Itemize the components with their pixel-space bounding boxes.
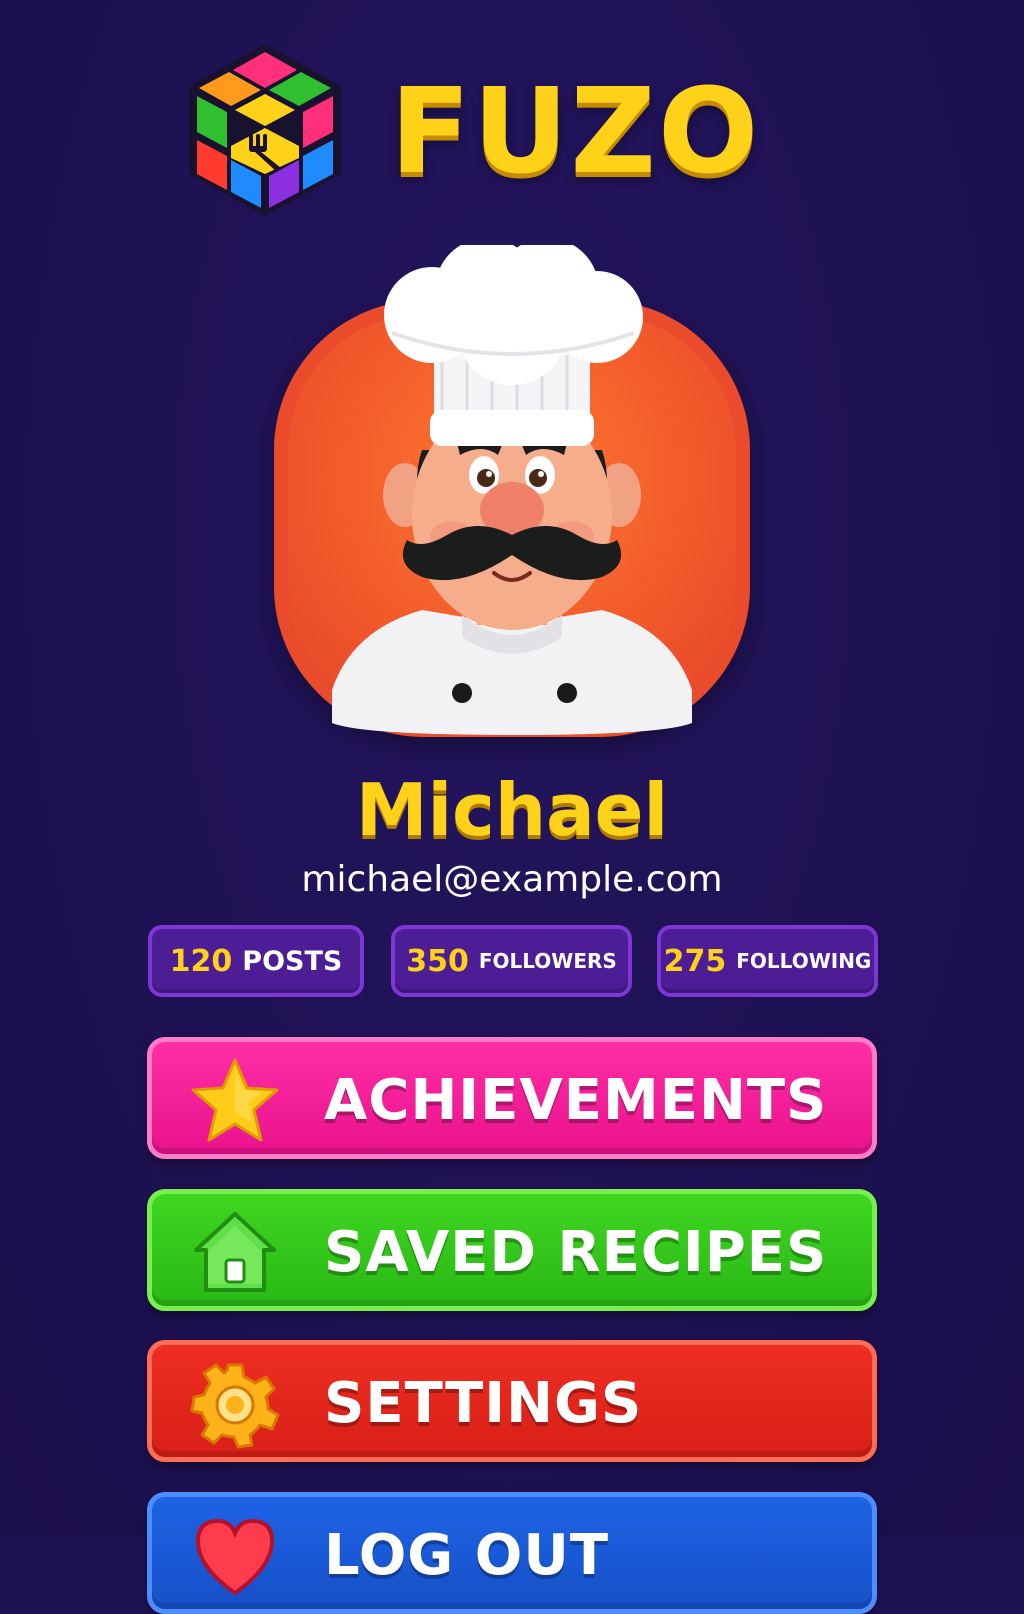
logout-button[interactable]: LOG OUT (147, 1492, 877, 1614)
profile-avatar[interactable] (262, 245, 762, 745)
stat-posts[interactable]: 120 POSTS (148, 925, 364, 997)
chef-avatar-icon (332, 245, 692, 735)
profile-screen: FUZO Michael michael@example.com 120 POS… (0, 0, 1024, 1614)
profile-name: Michael (355, 768, 669, 852)
saved-recipes-button[interactable]: SAVED RECIPES (147, 1189, 877, 1311)
settings-button[interactable]: SETTINGS (147, 1340, 877, 1462)
app-header: FUZO (185, 40, 825, 220)
achievements-button[interactable]: ACHIEVEMENTS (147, 1037, 877, 1159)
stat-following-label: FOLLOWING (736, 949, 872, 973)
profile-email: michael@example.com (301, 859, 723, 900)
heart-icon (195, 1518, 275, 1596)
stat-following-value: 275 (663, 943, 727, 979)
house-icon (194, 1212, 276, 1292)
settings-label: SETTINGS (324, 1371, 643, 1436)
logout-label: LOG OUT (324, 1523, 610, 1588)
gear-icon (190, 1363, 280, 1449)
star-icon (191, 1058, 279, 1142)
stat-posts-label: POSTS (242, 945, 343, 977)
saved-recipes-label: SAVED RECIPES (324, 1220, 828, 1285)
fuzo-logo-icon (189, 44, 341, 216)
stat-following[interactable]: 275 FOLLOWING (657, 925, 878, 997)
stat-posts-value: 120 (169, 943, 233, 979)
achievements-label: ACHIEVEMENTS (324, 1068, 828, 1133)
stat-followers[interactable]: 350 FOLLOWERS (391, 925, 632, 997)
stat-followers-label: FOLLOWERS (478, 949, 617, 973)
stat-followers-value: 350 (406, 943, 469, 979)
brand-title: FUZO (390, 62, 761, 200)
